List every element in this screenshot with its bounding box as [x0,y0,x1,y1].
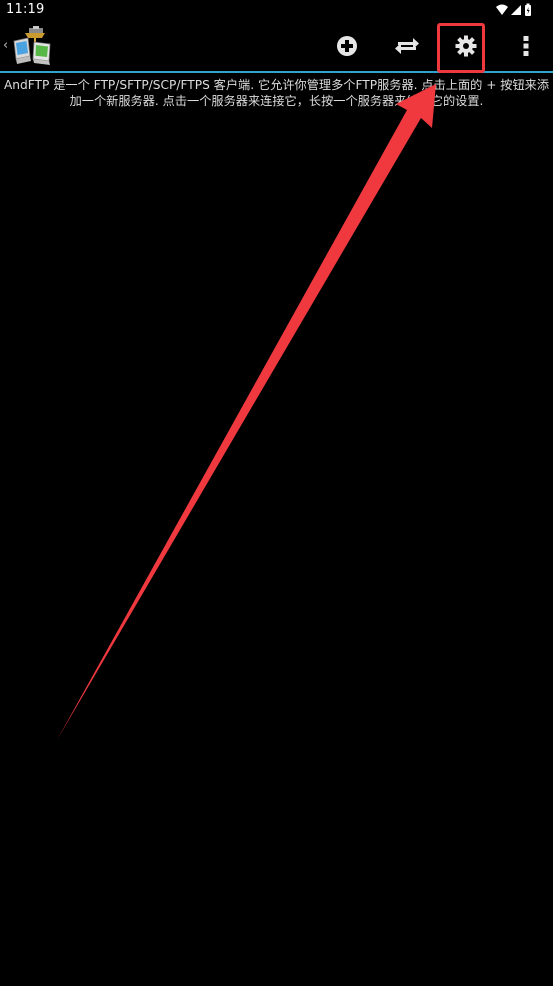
annotation-arrow [57,84,436,740]
intro-text: AndFTP 是一个 FTP/SFTP/SCP/FTPS 客户端. 它允许你管理… [3,78,550,108]
status-bar: 11:19 [0,0,553,20]
gear-icon [455,35,477,56]
andftp-logo-icon [13,26,51,65]
transfer-button[interactable] [382,20,432,71]
wifi-icon [496,4,508,15]
app-home-button[interactable]: ‹ [2,20,58,71]
plus-circle-icon [337,35,357,56]
swap-arrows-icon [395,37,419,54]
chevron-left-icon: ‹ [3,38,9,53]
settings-button[interactable] [441,20,491,71]
battery-icon [525,3,531,16]
action-bar: ‹ [0,20,553,71]
action-bar-divider [0,71,553,73]
status-time: 11:19 [6,2,45,17]
status-icons [495,3,533,17]
cell-signal-icon [511,5,521,15]
overflow-menu-button[interactable] [501,20,551,71]
more-vert-icon [523,35,529,56]
add-server-button[interactable] [322,20,372,71]
